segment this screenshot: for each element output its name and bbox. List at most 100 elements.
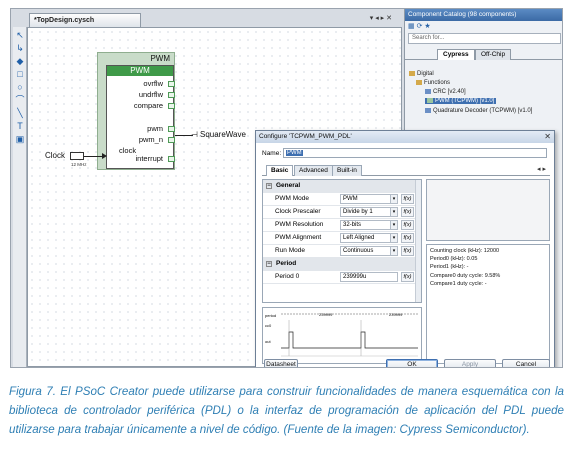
clock-component[interactable]: [70, 152, 84, 160]
section-general[interactable]: − General: [263, 180, 421, 193]
section-label: General: [276, 182, 301, 189]
square-wave-terminal-icon[interactable]: ⊣: [191, 130, 198, 139]
param-value-select[interactable]: 32-bits ▾: [340, 220, 398, 230]
formula-button[interactable]: f(x): [401, 194, 414, 204]
catalog-title: Component Catalog (98 components): [405, 9, 562, 21]
param-row: Clock Prescaler Divide by 1 ▾ f(x): [263, 206, 421, 219]
close-icon[interactable]: ✕: [544, 131, 551, 143]
pwm-symbol-title: PWM: [107, 66, 173, 76]
param-row: PWM Alignment Left Aligned ▾ f(x): [263, 232, 421, 245]
dropdown-arrow-icon[interactable]: ▾: [390, 194, 398, 204]
param-value: Left Aligned: [343, 235, 375, 241]
param-value: PWM: [343, 196, 358, 202]
pwm-component[interactable]: PWM PWM ovrflw undrflw compare pwm pwm_n…: [97, 52, 175, 170]
parameter-description: [426, 179, 550, 241]
tree-label: Functions: [424, 80, 451, 87]
waveform-value-1: 239999: [319, 312, 333, 317]
waveform-label-out: out: [265, 339, 271, 344]
param-name: PWM Alignment: [275, 234, 322, 241]
text-tool-icon[interactable]: T: [15, 121, 25, 131]
wire-tool-icon[interactable]: ↳: [15, 43, 25, 53]
param-value: Continuous: [343, 248, 374, 254]
line-tool-icon[interactable]: ╲: [15, 108, 25, 118]
arc-tool-icon[interactable]: ⌒: [15, 95, 25, 105]
info-counting-clock: Counting clock (kHz): 12000: [430, 248, 500, 254]
component-icon: [425, 89, 431, 94]
param-value-select[interactable]: PWM ▾: [340, 194, 398, 204]
ok-button[interactable]: OK: [386, 359, 438, 367]
pin-pwm-n-terminal[interactable]: [168, 137, 175, 143]
dropdown-arrow-icon[interactable]: ▾: [390, 220, 398, 230]
catalog-refresh-icon[interactable]: ⟳: [417, 23, 423, 30]
datasheet-button[interactable]: Datasheet: [264, 359, 298, 367]
pin-ovrflw-terminal[interactable]: [168, 81, 175, 87]
dropdown-arrow-icon[interactable]: ▾: [390, 207, 398, 217]
formula-button[interactable]: f(x): [401, 272, 414, 282]
formula-button[interactable]: f(x): [401, 233, 414, 243]
pin-pwm: pwm: [147, 124, 163, 133]
tree-item-quadrature-decoder[interactable]: Quadrature Decoder (TCPWM) [v1.0]: [425, 108, 532, 114]
param-value: Divide by 1: [343, 209, 373, 215]
cancel-button[interactable]: Cancel: [502, 359, 550, 367]
collapse-icon[interactable]: −: [266, 261, 272, 267]
select-tool-icon[interactable]: ↖: [15, 30, 25, 40]
configure-dialog: Configure 'TCPWM_PWM_PDL' ✕ Name: PWM Ba…: [255, 130, 555, 367]
dropdown-arrow-icon[interactable]: ▾: [390, 233, 398, 243]
waveform-graphic: period cc0 out 239999 239999: [265, 312, 418, 357]
tree-label: CRC [v2.40]: [433, 89, 466, 96]
dialog-title-bar: Configure 'TCPWM_PWM_PDL' ✕: [256, 131, 554, 143]
image-tool-icon[interactable]: ▣: [15, 134, 25, 144]
param-value-select[interactable]: Left Aligned ▾: [340, 233, 398, 243]
tab-cypress[interactable]: Cypress: [437, 49, 475, 60]
pin-undrflw-terminal[interactable]: [168, 92, 175, 98]
catalog-toolbar: ▦ ⟳ ★: [405, 21, 562, 33]
psoc-creator-screenshot: *TopDesign.cysch ▾ ◂ ▸ ✕ ↖ ↳ ◆ □ ○ ⌒ ╲ T…: [10, 8, 563, 368]
name-input[interactable]: PWM: [283, 148, 547, 158]
tree-item-crc[interactable]: CRC [v2.40]: [425, 89, 466, 95]
param-name: Clock Prescaler: [275, 208, 321, 215]
dropdown-arrow-icon[interactable]: ▾: [390, 246, 398, 256]
info-compare1-duty: Compare1 duty cycle: -: [430, 280, 487, 287]
pin-interrupt-terminal[interactable]: [168, 156, 175, 162]
param-value-select[interactable]: Divide by 1 ▾: [340, 207, 398, 217]
apply-button[interactable]: Apply: [444, 359, 496, 367]
tree-label: Quadrature Decoder (TCPWM) [v1.0]: [433, 108, 533, 115]
tab-advanced[interactable]: Advanced: [294, 165, 333, 176]
rectangle-tool-icon[interactable]: □: [15, 69, 25, 79]
param-value-select[interactable]: Continuous ▾: [340, 246, 398, 256]
tab-basic[interactable]: Basic: [266, 165, 294, 176]
component-icon: [427, 98, 433, 103]
pin-compare-terminal[interactable]: [168, 103, 175, 109]
waveform-preview: period cc0 out 239999 239999: [262, 307, 422, 364]
tab-top-design[interactable]: *TopDesign.cysch: [29, 13, 141, 27]
diamond-tool-icon[interactable]: ◆: [15, 56, 25, 66]
tab-built-in[interactable]: Built-in: [332, 165, 362, 176]
formula-button[interactable]: f(x): [401, 220, 414, 230]
tree-item-digital[interactable]: Digital: [409, 71, 434, 77]
catalog-favorite-icon[interactable]: ★: [424, 23, 430, 30]
tree-item-functions[interactable]: Functions: [416, 80, 450, 86]
formula-button[interactable]: f(x): [401, 246, 414, 256]
parameter-grid: − General PWM Mode PWM ▾ f(x) Clock Presca…: [262, 179, 422, 303]
catalog-tabs: Cypress Off-Chip: [405, 48, 562, 60]
catalog-search-input[interactable]: Search for...: [408, 33, 561, 44]
param-name: Period 0: [275, 273, 300, 280]
tab-off-chip[interactable]: Off-Chip: [475, 49, 512, 60]
ellipse-tool-icon[interactable]: ○: [15, 82, 25, 92]
window-controls[interactable]: ▾ ◂ ▸ ✕: [370, 14, 392, 22]
pin-ovrflw: ovrflw: [143, 79, 163, 88]
catalog-view-icon[interactable]: ▦: [408, 23, 415, 30]
pin-interrupt: interrupt: [135, 154, 163, 163]
pin-pwm-terminal[interactable]: [168, 126, 175, 132]
square-wave-label: SquareWave: [200, 130, 246, 139]
waveform-label-cc0: cc0: [265, 323, 272, 328]
pwm-symbol[interactable]: PWM ovrflw undrflw compare pwm pwm_n clo…: [106, 65, 175, 169]
param-name: PWM Resolution: [275, 221, 324, 228]
formula-button[interactable]: f(x): [401, 207, 414, 217]
section-period[interactable]: − Period: [263, 258, 421, 271]
collapse-icon[interactable]: −: [266, 183, 272, 189]
tab-scroll-arrows-icon[interactable]: ◂ ▸: [537, 165, 546, 173]
tree-item-pwm-tcpwm[interactable]: PWM (TCPWM) [v1.0]: [425, 98, 497, 105]
grid-scrollbar[interactable]: [415, 180, 421, 302]
param-value-input[interactable]: 239999u: [340, 272, 398, 282]
